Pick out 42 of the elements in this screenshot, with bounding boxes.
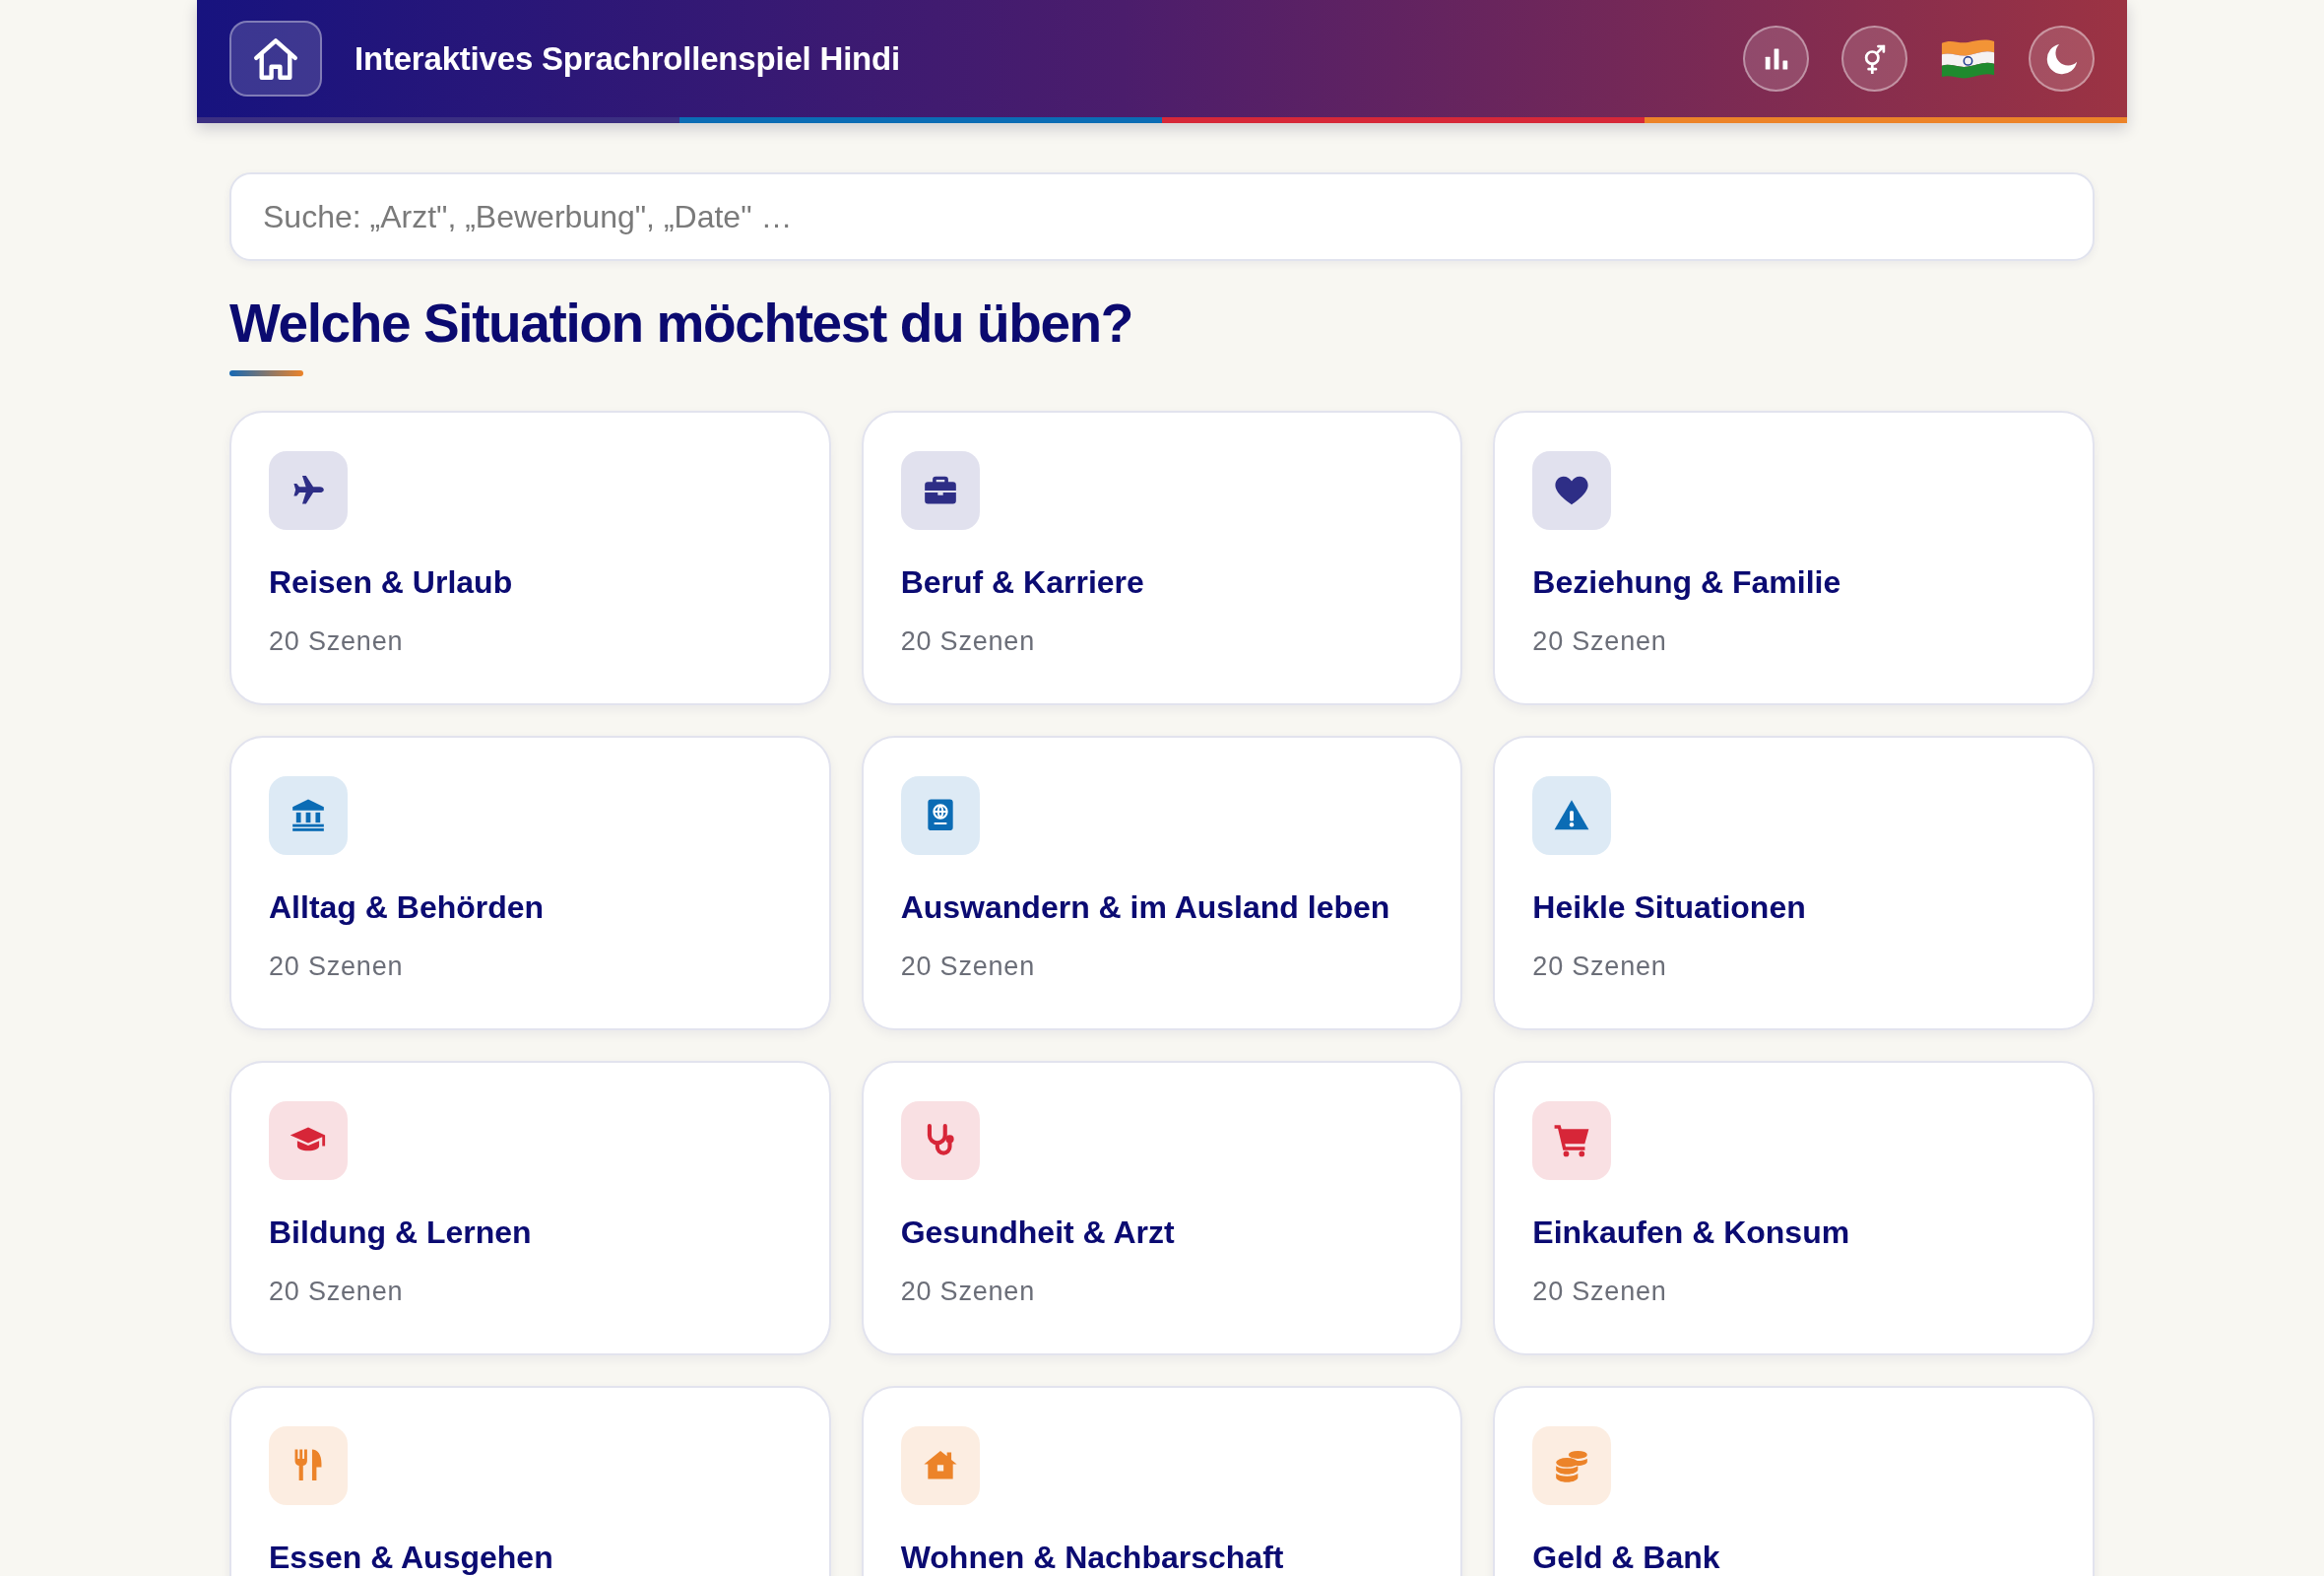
category-card[interactable]: Auswandern & im Ausland leben 20 Szenen bbox=[861, 736, 1463, 1030]
scene-count: 20 Szenen bbox=[269, 951, 404, 982]
category-card[interactable]: Beruf & Karriere 20 Szenen bbox=[861, 411, 1463, 705]
scene-count: 20 Szenen bbox=[900, 951, 1035, 982]
house-icon bbox=[253, 36, 298, 81]
page-heading: Welche Situation möchtest du üben? bbox=[229, 292, 1133, 356]
category-title: Wohnen & Nachbarschaft bbox=[900, 1539, 1284, 1576]
category-title: Essen & Ausgehen bbox=[269, 1539, 553, 1576]
scene-count: 20 Szenen bbox=[1532, 625, 1667, 657]
search-field[interactable]: Suche: „Arzt", „Bewerbung", „Date" … bbox=[229, 172, 2095, 261]
category-card[interactable]: Essen & Ausgehen bbox=[229, 1386, 831, 1576]
category-title: Einkaufen & Konsum bbox=[1532, 1214, 1850, 1251]
category-card[interactable]: Wohnen & Nachbarschaft bbox=[861, 1386, 1463, 1576]
scene-count: 20 Szenen bbox=[900, 625, 1035, 657]
category-card[interactable]: Alltag & Behörden 20 Szenen bbox=[229, 736, 831, 1030]
scene-count: 20 Szenen bbox=[900, 1276, 1035, 1307]
scene-count: 20 Szenen bbox=[269, 1276, 404, 1307]
scene-count: 20 Szenen bbox=[1532, 1276, 1667, 1307]
category-card[interactable]: Gesundheit & Arzt 20 Szenen bbox=[861, 1061, 1463, 1355]
category-card[interactable]: Beziehung & Familie 20 Szenen bbox=[1493, 411, 2095, 705]
category-title: Geld & Bank bbox=[1532, 1539, 1720, 1576]
category-title: Heikle Situationen bbox=[1532, 888, 1806, 926]
category-title: Gesundheit & Arzt bbox=[900, 1214, 1175, 1251]
app-title: Interaktives Sprachrollenspiel Hindi bbox=[355, 38, 900, 79]
home-button[interactable] bbox=[229, 21, 322, 97]
flag-icon[interactable] bbox=[1940, 37, 1996, 80]
category-title: Alltag & Behörden bbox=[269, 888, 545, 926]
category-card[interactable]: Geld & Bank bbox=[1493, 1386, 2095, 1576]
category-title: Beruf & Karriere bbox=[900, 563, 1144, 601]
category-card[interactable]: Reisen & Urlaub 20 Szenen bbox=[229, 411, 831, 705]
category-card[interactable]: Einkaufen & Konsum 20 Szenen bbox=[1493, 1061, 2095, 1355]
category-title: Auswandern & im Ausland leben bbox=[900, 888, 1390, 926]
moon-icon bbox=[2045, 42, 2078, 75]
category-title: Reisen & Urlaub bbox=[269, 563, 513, 601]
category-card[interactable]: Heikle Situationen 20 Szenen bbox=[1493, 736, 2095, 1030]
bar-chart-icon bbox=[1764, 46, 1788, 71]
category-title: Beziehung & Familie bbox=[1532, 563, 1841, 601]
scene-count: 20 Szenen bbox=[269, 625, 404, 657]
gender-icon bbox=[1862, 43, 1887, 74]
scene-count: 20 Szenen bbox=[1532, 951, 1667, 982]
category-card[interactable]: Bildung & Lernen 20 Szenen bbox=[229, 1061, 831, 1355]
category-title: Bildung & Lernen bbox=[269, 1214, 532, 1251]
